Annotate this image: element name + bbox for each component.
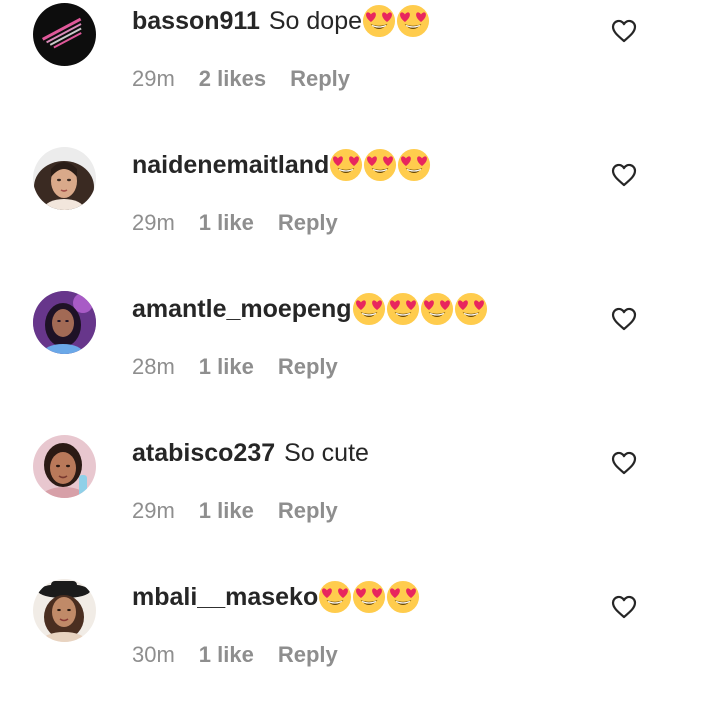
avatar[interactable] (33, 3, 96, 66)
comment-item: atabisco237 So cute 29m 1 like Reply (0, 432, 720, 576)
comment-text: So dope (268, 6, 362, 35)
timestamp: 29m (132, 66, 175, 91)
heart-eyes-emoji-icon (353, 580, 386, 614)
heart-eyes-emoji-icon (387, 580, 420, 614)
reply-button[interactable]: Reply (278, 210, 338, 236)
comment-item: basson911 So dope 29m 2 likes Reply (0, 0, 720, 144)
avatar[interactable] (33, 435, 96, 498)
heart-icon[interactable] (611, 163, 637, 187)
comment-item: amantle_moepeng 28m 1 like Reply (0, 288, 720, 432)
reply-button[interactable]: Reply (278, 498, 338, 524)
heart-eyes-emoji-icon (352, 292, 385, 326)
likes-count[interactable]: 1 like (199, 642, 254, 668)
heart-eyes-emoji-icon (330, 148, 363, 182)
heart-icon[interactable] (611, 451, 637, 475)
comment-meta: 28m 1 like Reply (132, 354, 338, 380)
comment-item: mbali__maseko 30m 1 like Reply (0, 576, 720, 720)
comment-line: basson911 So dope (132, 4, 430, 38)
likes-count[interactable]: 1 like (199, 210, 254, 236)
heart-eyes-emoji-icon (362, 4, 396, 38)
reply-button[interactable]: Reply (278, 642, 338, 668)
heart-eyes-emoji-icon (396, 4, 430, 38)
heart-eyes-emoji-icon (420, 292, 453, 326)
timestamp: 29m (132, 498, 175, 523)
comment-meta: 30m 1 like Reply (132, 642, 338, 668)
heart-eyes-emoji-icon (319, 580, 352, 614)
heart-eyes-emoji-icon (398, 148, 431, 182)
username[interactable]: naidenemaitland (132, 151, 329, 180)
username[interactable]: atabisco237 (132, 439, 275, 468)
comment-meta: 29m 1 like Reply (132, 210, 338, 236)
likes-count[interactable]: 2 likes (199, 66, 266, 92)
heart-icon[interactable] (611, 19, 637, 43)
username[interactable]: basson911 (132, 7, 260, 36)
heart-eyes-emoji-icon (386, 292, 419, 326)
likes-count[interactable]: 1 like (199, 498, 254, 524)
username[interactable]: amantle_moepeng (132, 295, 352, 324)
comment-line: atabisco237 So cute (132, 436, 369, 470)
username[interactable]: mbali__maseko (132, 583, 318, 612)
comment-line: amantle_moepeng (132, 292, 488, 326)
likes-count[interactable]: 1 like (199, 354, 254, 380)
timestamp: 29m (132, 210, 175, 235)
heart-icon[interactable] (611, 307, 637, 331)
avatar[interactable] (33, 291, 96, 354)
avatar[interactable] (33, 147, 96, 210)
timestamp: 30m (132, 642, 175, 667)
avatar[interactable] (33, 579, 96, 642)
reply-button[interactable]: Reply (290, 66, 350, 92)
timestamp: 28m (132, 354, 175, 379)
comment-meta: 29m 2 likes Reply (132, 66, 350, 92)
heart-eyes-emoji-icon (364, 148, 397, 182)
reply-button[interactable]: Reply (278, 354, 338, 380)
emoji-group (362, 4, 430, 38)
heart-eyes-emoji-icon (454, 292, 487, 326)
comment-item: naidenemaitland 29m 1 like Reply (0, 144, 720, 288)
comment-meta: 29m 1 like Reply (132, 498, 338, 524)
heart-icon[interactable] (611, 595, 637, 619)
comment-line: mbali__maseko (132, 580, 420, 614)
comment-text: So cute (284, 438, 369, 467)
emoji-group (352, 292, 488, 326)
emoji-group (329, 148, 431, 182)
emoji-group (318, 580, 420, 614)
comment-line: naidenemaitland (132, 148, 431, 182)
